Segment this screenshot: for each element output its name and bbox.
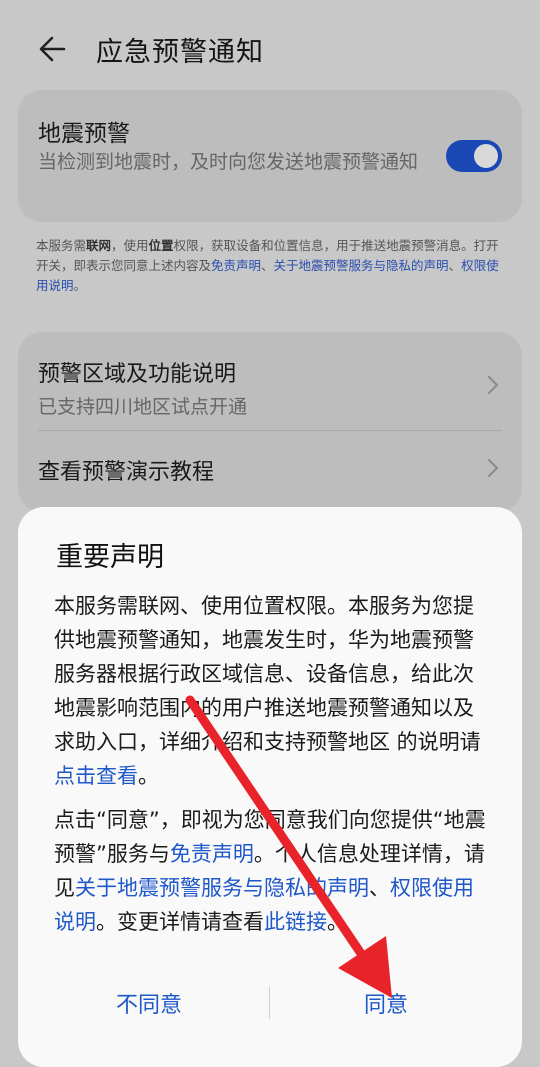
settings-list-card: 预警区域及功能说明 已支持四川地区试点开通 查看预警演示教程 — [18, 332, 522, 512]
dialog-paragraph-2: 点击“同意”，即视为您同意我们向您提供“地震预警”服务与免责声明。个人信息处理详… — [54, 808, 486, 934]
chevron-right-icon — [488, 376, 498, 394]
privacy-statement-link[interactable]: 关于地震预警服务与隐私的声明 — [75, 876, 369, 900]
important-statement-dialog: 重要声明 本服务需联网、使用位置权限。本服务为您提供地震预警通知，地震发生时，华… — [18, 507, 522, 1067]
dialog-paragraph-1: 本服务需联网、使用位置权限。本服务为您提供地震预警通知，地震发生时，华为地震预警… — [54, 594, 481, 788]
click-to-view-link[interactable]: 点击查看 — [54, 764, 138, 788]
page-title: 应急预警通知 — [96, 37, 264, 68]
agree-button[interactable]: 同意 — [364, 987, 408, 1019]
disclaimer-link[interactable]: 免责声明 — [211, 258, 261, 273]
earthquake-warning-subtitle: 当检测到地震时，及时向您发送地震预警通知 — [38, 151, 419, 173]
divider — [38, 430, 502, 431]
back-arrow-icon[interactable] — [34, 30, 74, 70]
toggle-knob — [474, 144, 498, 168]
dialog-buttons: 不同意 同意 — [18, 973, 522, 1033]
list-item-title: 预警区域及功能说明 — [38, 362, 237, 387]
dialog-title: 重要声明 — [56, 542, 164, 573]
earthquake-warning-toggle[interactable] — [446, 140, 502, 172]
earthquake-warning-title: 地震预警 — [38, 121, 130, 147]
disclaimer-link[interactable]: 免责声明 — [170, 842, 254, 866]
privacy-statement-link[interactable]: 关于地震预警服务与隐私的声明 — [274, 258, 449, 273]
list-item-subtitle: 已支持四川地区试点开通 — [38, 396, 248, 418]
this-link[interactable]: 此链接 — [264, 910, 327, 934]
app-header: 应急预警通知 — [0, 0, 540, 90]
service-notice: 本服务需联网，使用位置权限，获取设备和位置信息，用于推送地震预警消息。打开开关，… — [36, 238, 499, 293]
chevron-right-icon — [488, 459, 498, 477]
list-item-title: 查看预警演示教程 — [38, 460, 215, 485]
earthquake-warning-card: 地震预警 当检测到地震时，及时向您发送地震预警通知 — [18, 90, 522, 222]
dialog-body: 本服务需联网、使用位置权限。本服务为您提供地震预警通知，地震发生时，华为地震预警… — [54, 589, 492, 939]
disagree-button[interactable]: 不同意 — [116, 987, 182, 1019]
button-divider — [269, 987, 270, 1019]
